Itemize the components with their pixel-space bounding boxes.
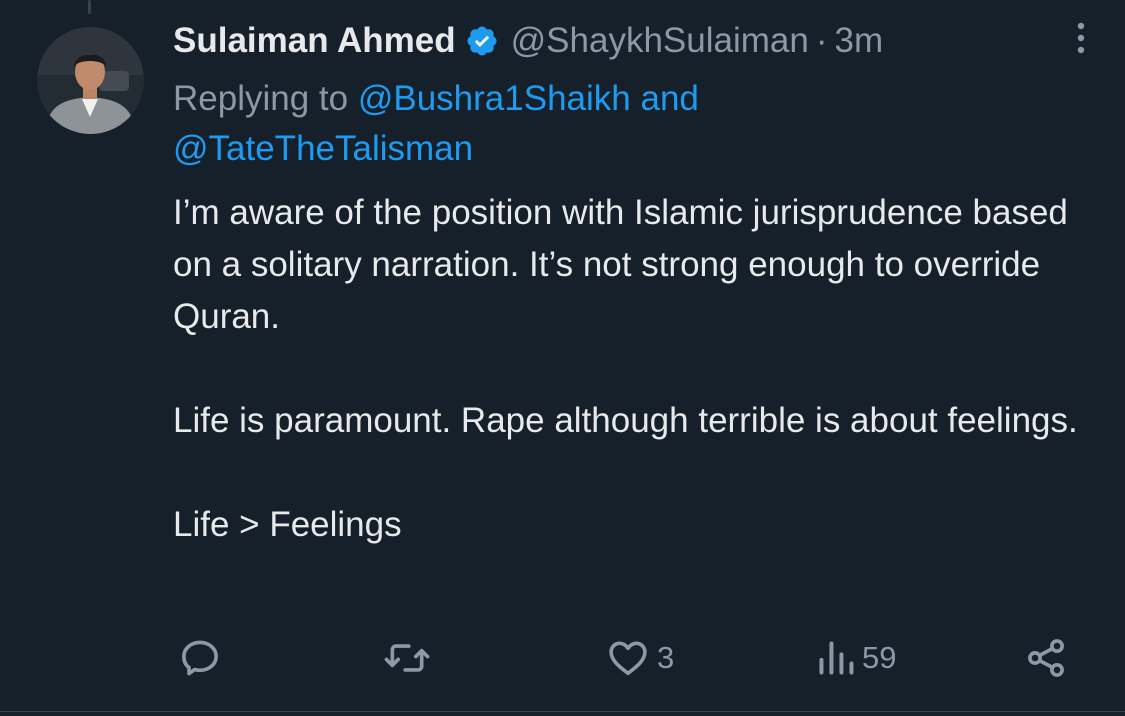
tweet-timestamp[interactable]: 3m [835,21,884,61]
like-count: 3 [657,640,675,675]
views-count: 59 [862,640,897,675]
separator-dot: · [815,21,828,60]
tweet-action-bar: 3 59 [0,632,1125,684]
views-icon [816,636,856,680]
tweet-paragraph-1: I’m aware of the position with Islamic j… [173,193,1068,336]
more-options-icon[interactable] [1068,18,1094,58]
author-handle[interactable]: @ShaykhSulaiman [511,21,809,61]
retweet-button[interactable] [383,632,431,684]
like-button[interactable]: 3 [605,632,674,684]
tweet-paragraph-2: Life is paramount. Rape although terribl… [173,401,1078,440]
share-button[interactable] [1024,632,1068,684]
views-button[interactable]: 59 [816,632,896,684]
share-icon [1024,636,1068,680]
tweet-header: Sulaiman Ahmed @ShaykhSulaiman · 3m [173,18,883,64]
mention-link-2[interactable]: @TateTheTalisman [173,129,473,168]
retweet-icon [383,636,431,680]
heart-icon [605,636,651,680]
author-display-name[interactable]: Sulaiman Ahmed [173,21,456,61]
tweet-text: I’m aware of the position with Islamic j… [173,187,1103,551]
reply-button[interactable] [178,632,222,684]
reply-icon [178,636,222,680]
bottom-divider [0,711,1125,712]
replying-to-prefix: Replying to [173,79,349,118]
tweet-paragraph-3: Life > Feelings [173,505,402,544]
replying-to-line: Replying to @Bushra1Shaikh and @TateTheT… [173,74,893,174]
mention-conjunction[interactable]: and [641,79,699,118]
mention-link-1[interactable]: @Bushra1Shaikh [358,79,631,118]
thread-connector-line [88,0,91,14]
verified-badge-icon [465,24,499,58]
avatar-photo [37,27,144,134]
avatar[interactable] [37,27,144,134]
